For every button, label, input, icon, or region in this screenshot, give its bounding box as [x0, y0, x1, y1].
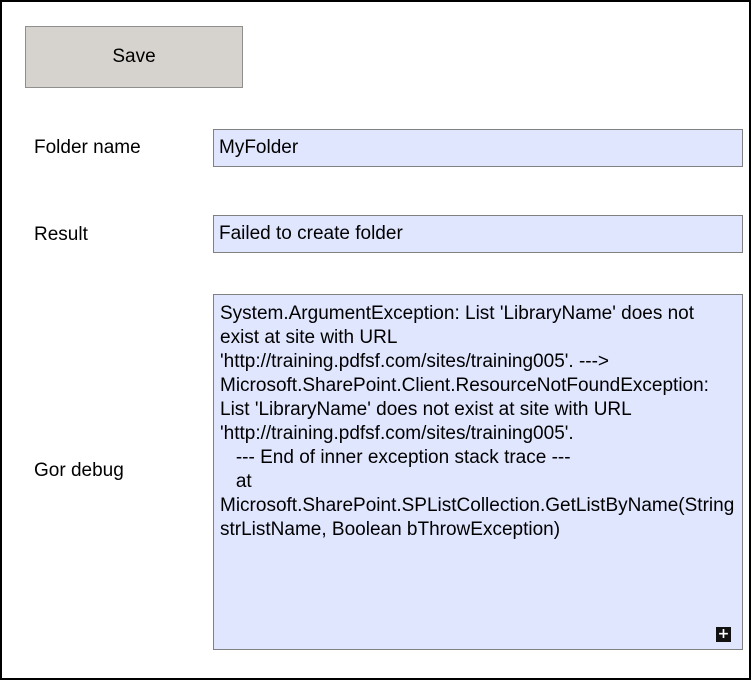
- result-field[interactable]: [213, 215, 743, 253]
- save-button[interactable]: Save: [25, 26, 243, 88]
- folder-name-input[interactable]: [213, 129, 743, 167]
- folder-name-label: Folder name: [34, 137, 141, 158]
- plus-icon[interactable]: +: [716, 627, 731, 642]
- debug-output-text: System.ArgumentException: List 'LibraryN…: [220, 303, 735, 540]
- form-panel: Save Folder name Result Gor debug System…: [0, 0, 751, 680]
- result-label: Result: [34, 224, 88, 245]
- debug-label: Gor debug: [34, 460, 124, 481]
- debug-output-textarea[interactable]: System.ArgumentException: List 'LibraryN…: [213, 294, 743, 650]
